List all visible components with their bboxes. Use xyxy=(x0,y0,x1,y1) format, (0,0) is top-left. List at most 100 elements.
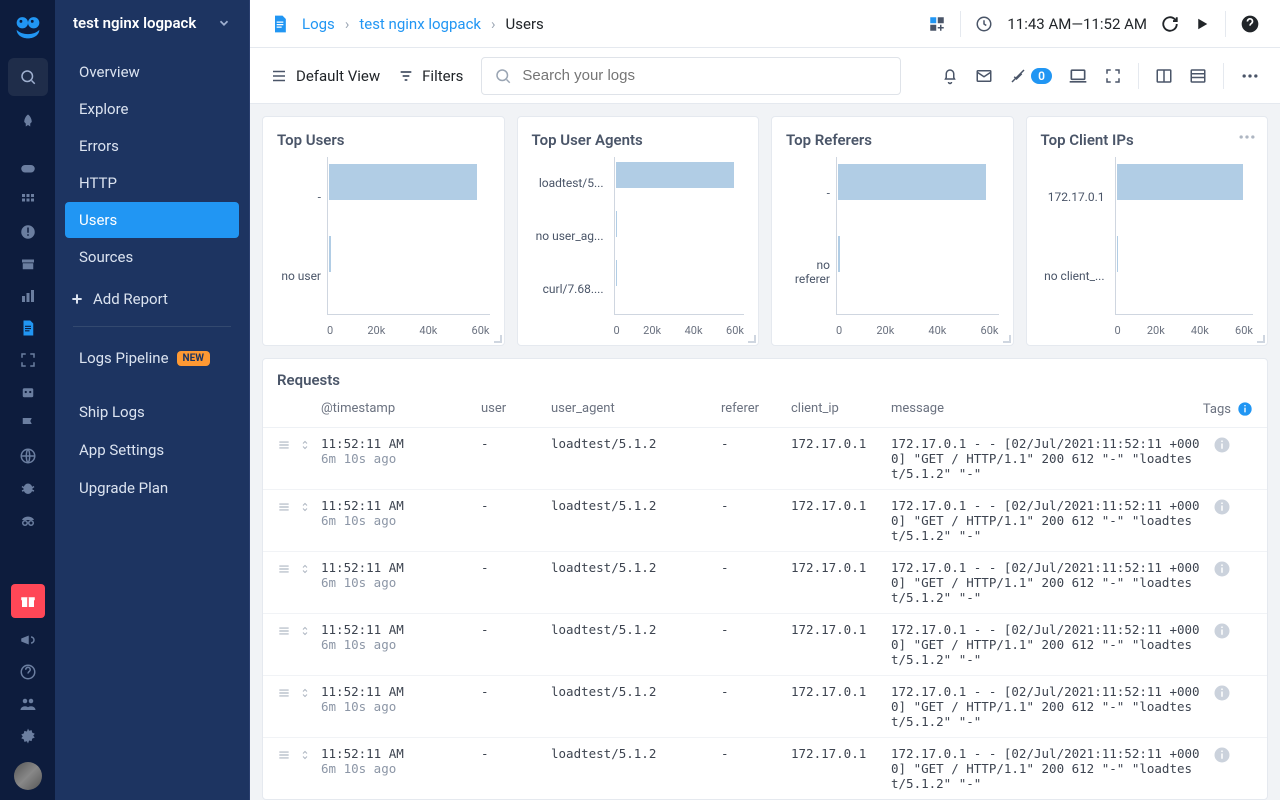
request-row[interactable]: 11:52:11 AM6m 10s ago - loadtest/5.1.2 -… xyxy=(263,676,1267,738)
sidebar-item-errors[interactable]: Errors xyxy=(65,128,239,164)
sidebar-logs-pipeline[interactable]: Logs Pipeline NEW xyxy=(55,337,249,379)
request-row[interactable]: 11:52:11 AM6m 10s ago - loadtest/5.1.2 -… xyxy=(263,738,1267,799)
sidebar: test nginx logpack OverviewExploreErrors… xyxy=(55,0,250,800)
logo-octopus-icon[interactable] xyxy=(11,10,45,44)
resize-handle[interactable] xyxy=(1255,333,1265,343)
row-menu-icon[interactable] xyxy=(277,438,291,452)
row-sort-icon[interactable] xyxy=(299,500,311,514)
rail-gift-icon[interactable] xyxy=(11,584,45,618)
refresh-icon[interactable] xyxy=(1161,15,1179,33)
rail-bug-icon[interactable] xyxy=(8,472,48,504)
breadcrumb-app[interactable]: test nginx logpack xyxy=(359,15,481,33)
col-timestamp[interactable]: @timestamp xyxy=(321,401,481,417)
sidebar-item-http[interactable]: HTTP xyxy=(65,165,239,201)
rail-search-icon[interactable] xyxy=(8,58,48,96)
col-client-ip[interactable]: client_ip xyxy=(791,401,891,417)
play-icon[interactable] xyxy=(1193,15,1211,33)
laptop-icon[interactable] xyxy=(1068,66,1088,86)
resize-handle[interactable] xyxy=(492,333,502,343)
rail-alert-icon[interactable] xyxy=(8,216,48,248)
rail-team-icon[interactable] xyxy=(8,688,48,720)
list-icon[interactable] xyxy=(1189,67,1207,85)
default-view-button[interactable]: Default View xyxy=(270,67,380,85)
sidebar-item-sources[interactable]: Sources xyxy=(65,239,239,275)
row-info-icon[interactable] xyxy=(1213,684,1231,702)
rail-settings-icon[interactable] xyxy=(8,720,48,752)
help-circle-icon[interactable] xyxy=(1240,14,1260,34)
row-info-icon[interactable] xyxy=(1213,498,1231,516)
rail-rocket-icon[interactable] xyxy=(8,106,48,138)
row-menu-icon[interactable] xyxy=(277,686,291,700)
row-sort-icon[interactable] xyxy=(299,562,311,576)
sidebar-item-explore[interactable]: Explore xyxy=(65,91,239,127)
app-title: test nginx logpack xyxy=(73,14,196,32)
request-row[interactable]: 11:52:11 AM6m 10s ago - loadtest/5.1.2 -… xyxy=(263,552,1267,614)
row-info-icon[interactable] xyxy=(1213,622,1231,640)
add-widget-icon[interactable] xyxy=(928,15,946,33)
rail-incognito-icon[interactable] xyxy=(8,504,48,536)
col-tags[interactable]: Tags xyxy=(1193,401,1253,417)
breadcrumb-logs[interactable]: Logs xyxy=(302,15,335,33)
col-message[interactable]: message xyxy=(891,401,1193,417)
requests-rows: 11:52:11 AM6m 10s ago - loadtest/5.1.2 -… xyxy=(263,428,1267,799)
sidebar-link-upgrade-plan[interactable]: Upgrade Plan xyxy=(55,469,249,507)
more-icon[interactable] xyxy=(1240,66,1260,86)
resize-handle[interactable] xyxy=(746,333,756,343)
breadcrumb: Logs › test nginx logpack › Users xyxy=(302,15,544,33)
rail-archive-icon[interactable] xyxy=(8,248,48,280)
resize-handle[interactable] xyxy=(1001,333,1011,343)
anomaly-button[interactable]: 0 xyxy=(1009,67,1052,85)
divider xyxy=(960,11,961,37)
rail-flag-icon[interactable] xyxy=(8,408,48,440)
row-sort-icon[interactable] xyxy=(299,686,311,700)
rail-avatar[interactable] xyxy=(14,762,42,790)
row-sort-icon[interactable] xyxy=(299,438,311,452)
rail-megaphone-icon[interactable] xyxy=(8,624,48,656)
row-menu-icon[interactable] xyxy=(277,500,291,514)
request-row[interactable]: 11:52:11 AM6m 10s ago - loadtest/5.1.2 -… xyxy=(263,428,1267,490)
sidebar-link-ship-logs[interactable]: Ship Logs xyxy=(55,393,249,431)
row-info-icon[interactable] xyxy=(1213,746,1231,764)
row-menu-icon[interactable] xyxy=(277,624,291,638)
rail-grid-icon[interactable] xyxy=(8,184,48,216)
search-input[interactable] xyxy=(522,67,888,84)
sidebar-app-switcher[interactable]: test nginx logpack xyxy=(55,0,249,46)
col-referer[interactable]: referer xyxy=(721,401,791,417)
divider xyxy=(1138,63,1139,89)
request-row[interactable]: 11:52:11 AM6m 10s ago - loadtest/5.1.2 -… xyxy=(263,614,1267,676)
row-menu-icon[interactable] xyxy=(277,748,291,762)
col-user-agent[interactable]: user_agent xyxy=(551,401,721,417)
row-sort-icon[interactable] xyxy=(299,748,311,762)
col-user[interactable]: user xyxy=(481,401,551,417)
rail-globe-icon[interactable] xyxy=(8,440,48,472)
chevron-right-icon: › xyxy=(491,15,496,33)
filters-button[interactable]: Filters xyxy=(398,67,463,85)
chevron-down-icon xyxy=(217,16,231,30)
requests-header: @timestamp user user_agent referer clien… xyxy=(263,395,1267,428)
rail-fullscreen-icon[interactable] xyxy=(8,344,48,376)
request-row[interactable]: 11:52:11 AM6m 10s ago - loadtest/5.1.2 -… xyxy=(263,490,1267,552)
rail-help-icon[interactable] xyxy=(8,656,48,688)
rail-controller-icon[interactable] xyxy=(8,152,48,184)
add-report-label: Add Report xyxy=(93,290,168,308)
add-report-button[interactable]: Add Report xyxy=(55,276,249,326)
row-menu-icon[interactable] xyxy=(277,562,291,576)
rail-robot-icon[interactable] xyxy=(8,376,48,408)
content-area: Top Users -no user 020k40k60k Top User A… xyxy=(250,104,1280,800)
bell-icon[interactable] xyxy=(941,67,959,85)
row-info-icon[interactable] xyxy=(1213,436,1231,454)
rail-chart-icon[interactable] xyxy=(8,280,48,312)
row-info-icon[interactable] xyxy=(1213,560,1231,578)
expand-icon[interactable] xyxy=(1104,67,1122,85)
row-sort-icon[interactable] xyxy=(299,624,311,638)
chart-card: Top Referers -no referer 020k40k60k xyxy=(771,116,1014,346)
mail-icon[interactable] xyxy=(975,67,993,85)
default-view-label: Default View xyxy=(296,67,380,85)
time-range[interactable]: 11:43 AM—11:52 AM xyxy=(1007,15,1147,33)
columns-icon[interactable] xyxy=(1155,67,1173,85)
rail-document-icon[interactable] xyxy=(8,312,48,344)
card-menu-icon[interactable] xyxy=(1237,127,1257,147)
sidebar-item-users[interactable]: Users xyxy=(65,202,239,238)
sidebar-link-app-settings[interactable]: App Settings xyxy=(55,431,249,469)
sidebar-item-overview[interactable]: Overview xyxy=(65,54,239,90)
